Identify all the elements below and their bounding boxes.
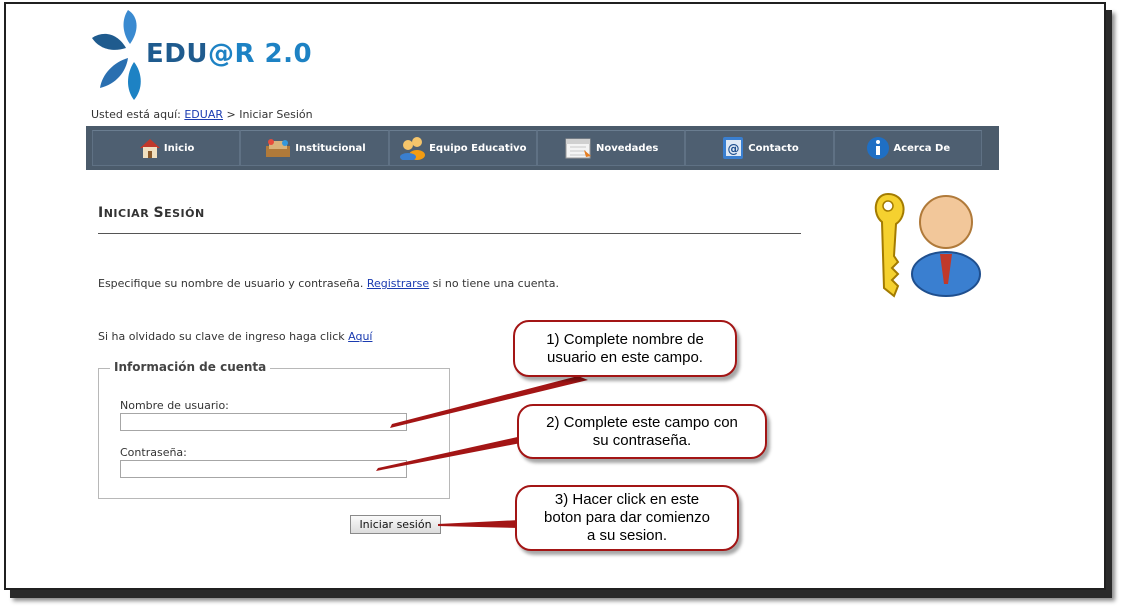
callout-3-pointer — [438, 520, 520, 528]
callout-username: 1) Complete nombre de usuario en este ca… — [513, 320, 737, 377]
callout-2-pointer — [376, 436, 526, 471]
callout-password: 2) Complete este campo con su contraseña… — [517, 404, 767, 459]
callout-submit: 3) Hacer click en este boton para dar co… — [515, 485, 739, 551]
